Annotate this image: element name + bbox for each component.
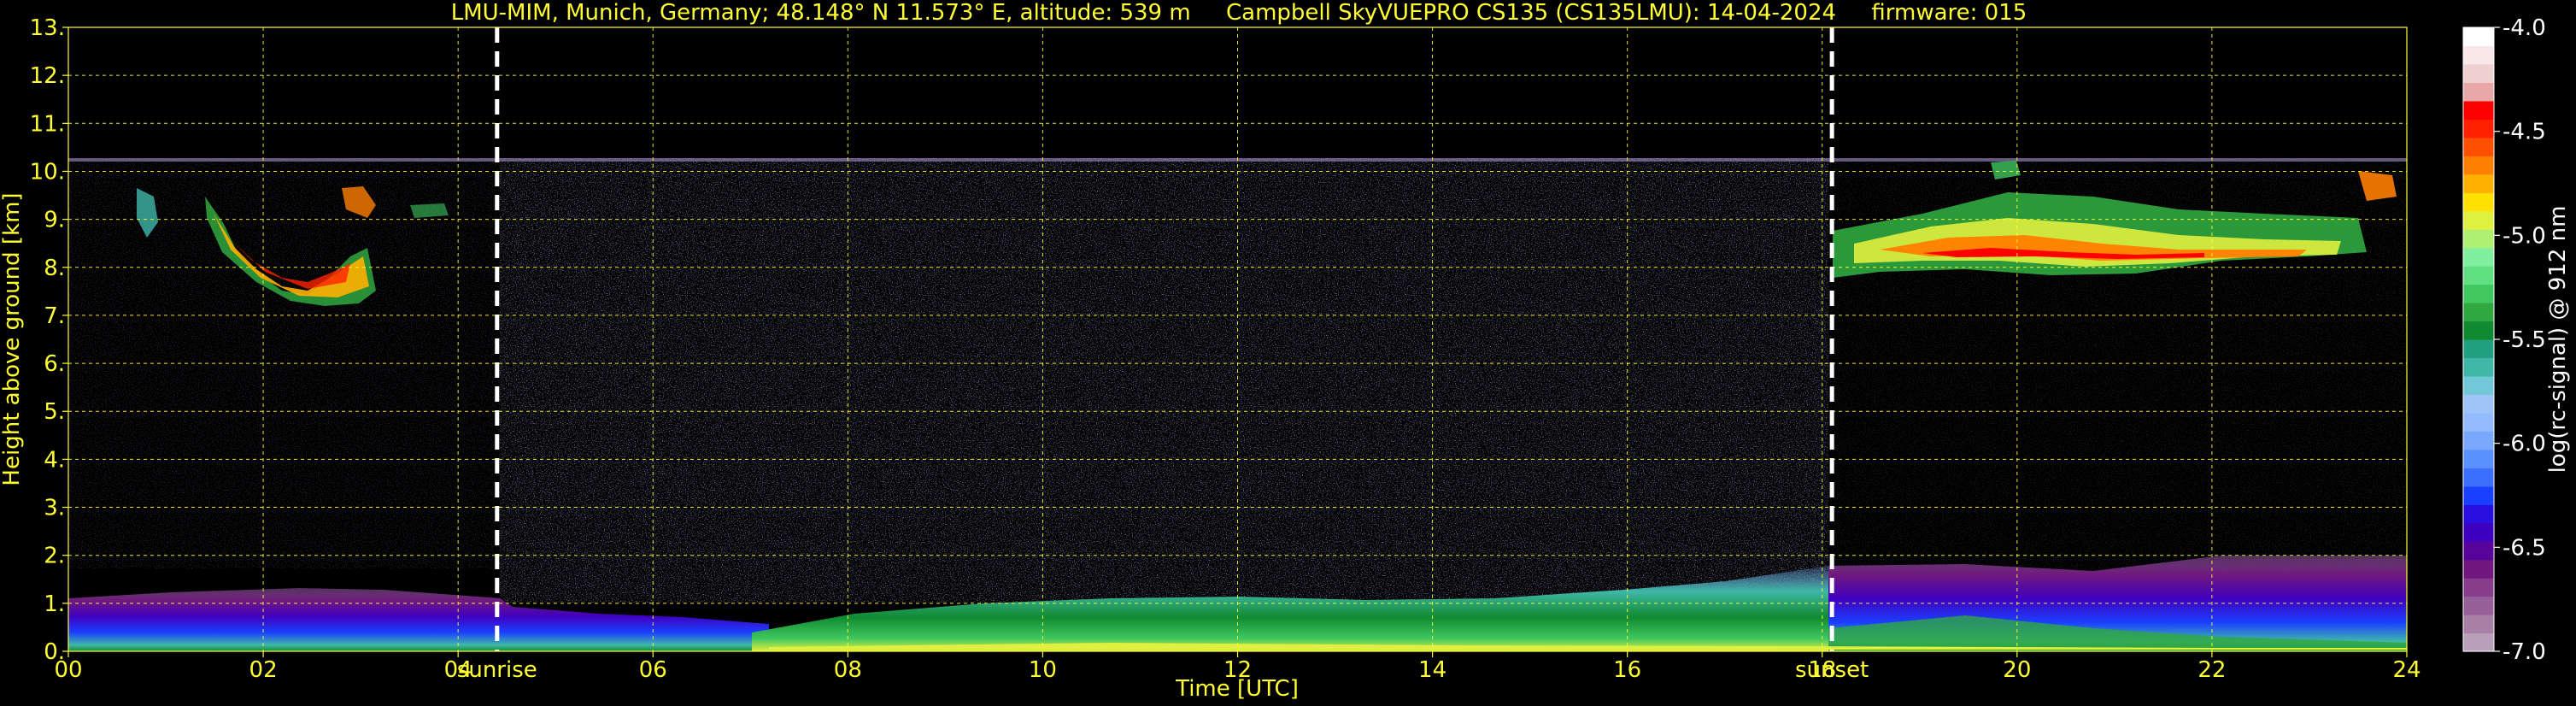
x-tick-label: 22 — [2198, 657, 2226, 683]
colorbar-swatch — [2463, 339, 2494, 359]
sunset-label: sunset — [1795, 657, 1869, 683]
y-tick-label: 3. — [44, 496, 65, 521]
y-tick-label: 12. — [30, 63, 65, 89]
y-tick-label: 4. — [44, 447, 65, 473]
annotations: sunrise sunset — [457, 657, 1869, 683]
colorbar-swatch — [2463, 412, 2494, 432]
y-axis: 0. 1. 2. 3. 4. 5. 6. 7. 8. 9. 10. 11. 12. 13. — [30, 15, 68, 665]
y-tick-label: 1. — [44, 591, 65, 617]
x-tick-label: 20 — [2003, 657, 2031, 683]
colorbar-swatch — [2463, 100, 2494, 120]
colorbar: -4.0 -4.5 -5.0 -5.5 -6.0 -6.5 -7.0 — [2462, 15, 2546, 665]
colorbar-swatch — [2463, 468, 2494, 487]
y-tick-label: 9. — [44, 208, 65, 233]
sunrise-label: sunrise — [457, 657, 537, 683]
colorbar-swatch — [2463, 541, 2494, 561]
colorbar-swatch — [2463, 210, 2494, 230]
colorbar-swatch — [2463, 504, 2494, 524]
y-tick-label: 7. — [44, 303, 65, 329]
colorbar-label: log(rc-signal) @ 912 nm — [2545, 206, 2571, 474]
y-tick-label: 13. — [30, 15, 65, 41]
colorbar-swatch — [2463, 119, 2494, 138]
colorbar-swatch — [2463, 284, 2494, 303]
colorbar-swatch — [2463, 27, 2494, 47]
y-tick-label: 0. — [44, 639, 65, 665]
colorbar-swatch — [2463, 485, 2494, 505]
ceilometer-chart: 00 02 04 06 08 10 12 14 16 18 20 22 24 0.1.2.3.4.5.6… — [0, 0, 2571, 702]
y-tick-label: 2. — [44, 544, 65, 569]
colorbar-swatch — [2463, 559, 2494, 579]
y-tick-label: 6. — [44, 351, 65, 377]
chart-title: LMU-MIM, Munich, Germany; 48.148° N 11.5… — [451, 0, 2027, 26]
colorbar-swatch — [2463, 357, 2494, 377]
colorbar-tick-label: -5.0 — [2503, 223, 2546, 249]
x-tick-label: 10 — [1029, 657, 1057, 683]
colorbar-swatch — [2463, 63, 2494, 84]
colorbar-swatch — [2463, 266, 2494, 285]
y-tick-label: 5. — [44, 399, 65, 425]
colorbar-tick-label: -4.0 — [2503, 15, 2546, 41]
colorbar-swatch — [2463, 615, 2494, 634]
colorbar-swatch — [2463, 449, 2494, 468]
colorbar-swatch — [2463, 174, 2494, 193]
x-axis-label: Time [UTC] — [1175, 676, 1299, 702]
colorbar-tick-label: -4.5 — [2503, 120, 2546, 145]
colorbar-tick-label: -7.0 — [2503, 639, 2546, 665]
x-tick-label: 06 — [639, 657, 667, 683]
y-axis-label: Height above ground [km] — [0, 192, 25, 485]
colorbar-swatch — [2463, 137, 2494, 156]
colorbar-swatch — [2463, 321, 2494, 340]
colorbar-swatch — [2463, 229, 2494, 249]
colorbar-swatch — [2463, 303, 2494, 322]
colorbar-swatch — [2463, 632, 2494, 652]
x-tick-label: 16 — [1613, 657, 1641, 683]
x-tick-label: 02 — [249, 657, 278, 683]
colorbar-swatch — [2463, 82, 2494, 102]
colorbar-swatch — [2463, 394, 2494, 414]
colorbar-swatch — [2463, 522, 2494, 542]
colorbar-swatch — [2463, 596, 2494, 615]
colorbar-tick-label: -5.5 — [2503, 327, 2546, 353]
x-tick-label: 24 — [2392, 657, 2421, 683]
colorbar-swatch — [2463, 156, 2494, 175]
colorbar-swatch — [2463, 192, 2494, 212]
x-tick-label: 14 — [1418, 657, 1446, 683]
colorbar-swatch — [2463, 431, 2494, 450]
y-tick-label: 8. — [44, 256, 65, 281]
x-tick-label: 08 — [834, 657, 862, 683]
colorbar-tick-label: -6.0 — [2503, 432, 2546, 457]
colorbar-swatch — [2463, 375, 2494, 396]
colorbar-tick-label: -6.5 — [2503, 535, 2546, 561]
y-tick-label: 11. — [30, 111, 65, 137]
y-tick-label: 10. — [30, 159, 65, 185]
colorbar-swatch — [2463, 578, 2494, 597]
noise-band-day-green — [500, 158, 1828, 603]
colorbar-swatch — [2463, 247, 2494, 267]
colorbar-swatch — [2463, 45, 2494, 65]
